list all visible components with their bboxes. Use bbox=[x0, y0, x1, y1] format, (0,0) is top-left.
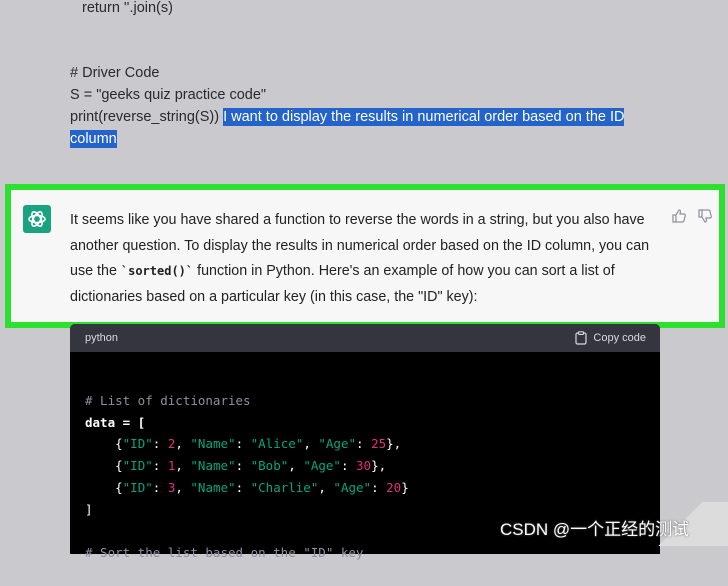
code-language-label: python bbox=[85, 332, 119, 344]
copy-code-button[interactable]: Copy code bbox=[575, 331, 646, 345]
code-row: {"ID": 1, "Name": "Bob", "Age": 30}, bbox=[85, 458, 387, 474]
user-message: return ''.join(s) # Driver Code S = "gee… bbox=[0, 0, 728, 180]
print-statement: print(reverse_string(S)) bbox=[70, 109, 224, 125]
code-data-line: data = [ bbox=[85, 414, 146, 430]
selected-text-continuation[interactable]: column bbox=[70, 130, 117, 148]
thumbs-down-icon[interactable] bbox=[697, 208, 713, 224]
chatgpt-avatar bbox=[23, 205, 51, 233]
csdn-watermark: CSDN @一个正经的测试 bbox=[500, 520, 690, 539]
code-comment: # List of dictionaries bbox=[85, 392, 251, 408]
code-line-return: return ''.join(s) bbox=[82, 0, 173, 16]
code-line-continuation: column bbox=[70, 129, 117, 149]
copy-code-label: Copy code bbox=[593, 332, 646, 344]
code-row: {"ID": 3, "Name": "Charlie", "Age": 20} bbox=[85, 479, 409, 495]
code-line-print: print(reverse_string(S)) I want to displ… bbox=[70, 107, 625, 127]
assistant-message: It seems like you have shared a function… bbox=[5, 184, 725, 328]
code-line-comment: # Driver Code bbox=[70, 65, 160, 81]
selected-text[interactable]: I want to display the results in numeric… bbox=[223, 108, 625, 126]
chatgpt-logo-icon bbox=[28, 211, 46, 227]
code-close-bracket: ] bbox=[85, 501, 93, 517]
inline-code-sorted: `sorted()` bbox=[120, 264, 194, 278]
code-content[interactable]: # List of dictionaries data = [ {"ID": 2… bbox=[85, 368, 409, 586]
code-line-assignment: S = "geeks quiz practice code" bbox=[70, 87, 267, 103]
code-row: {"ID": 2, "Name": "Alice", "Age": 25}, bbox=[85, 436, 402, 452]
code-comment-sort: # Sort the list based on the "ID" key bbox=[85, 545, 364, 561]
thumbs-up-icon[interactable] bbox=[671, 208, 687, 224]
clipboard-icon bbox=[575, 331, 588, 345]
code-block-header: python Copy code bbox=[70, 324, 660, 352]
assistant-response-text: It seems like you have shared a function… bbox=[70, 208, 670, 310]
